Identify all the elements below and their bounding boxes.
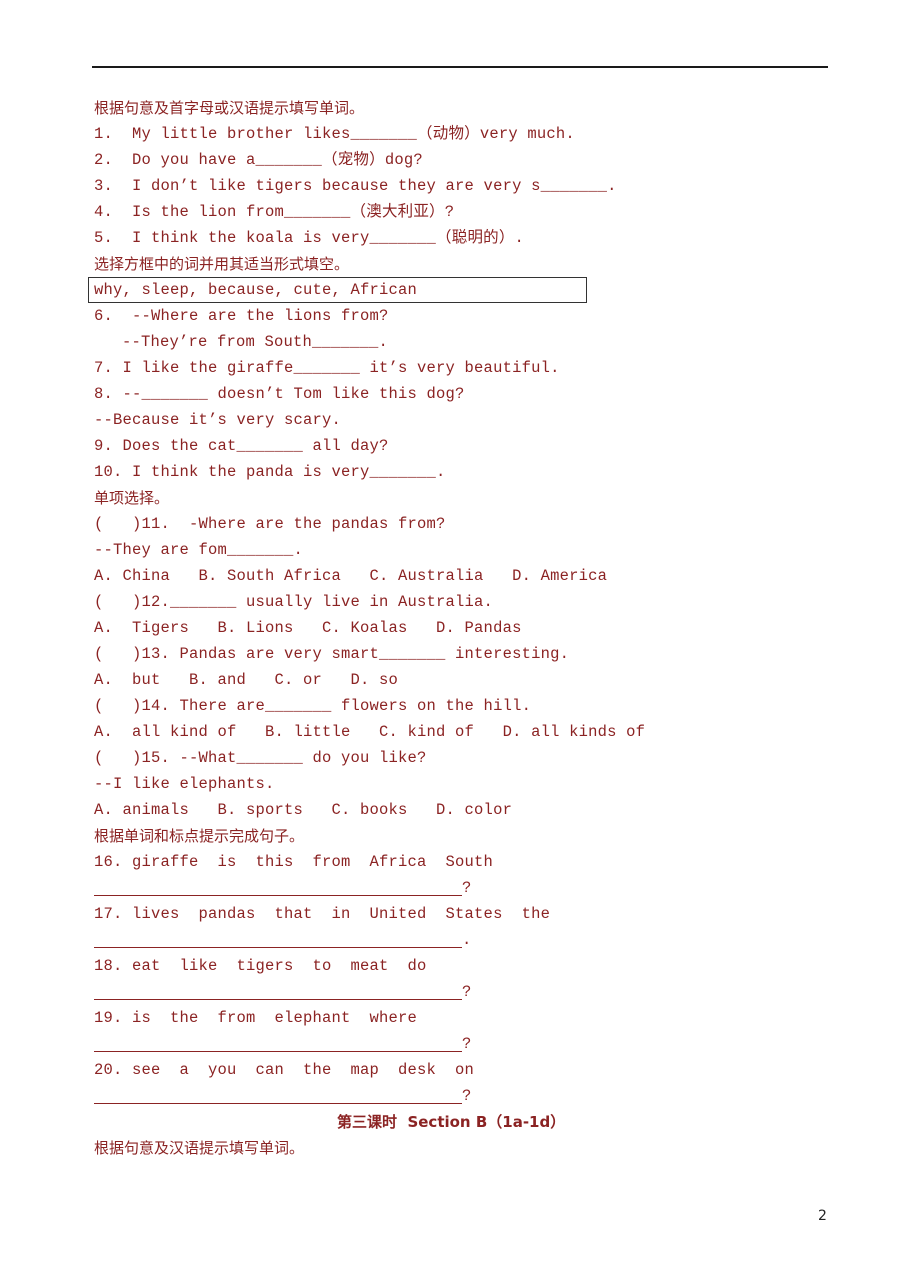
section-heading-3: 单项选择。 bbox=[94, 489, 170, 507]
answer-line-20[interactable]: ? bbox=[94, 1083, 834, 1109]
question-19: 19. is the from elephant where bbox=[94, 1009, 418, 1027]
section-heading-4: 根据单词和标点提示完成句子。 bbox=[94, 827, 305, 845]
question-12: ( )12._______ usually live in Australia. bbox=[94, 593, 494, 611]
answer-rule bbox=[94, 1103, 462, 1104]
question-13: ( )13. Pandas are very smart_______ inte… bbox=[94, 645, 570, 663]
question-20: 20. see a you can the map desk on bbox=[94, 1061, 475, 1079]
question-2: 2. Do you have a_______（宠物）dog? bbox=[94, 151, 423, 169]
answer-rule bbox=[94, 947, 462, 948]
worksheet: 根据句意及首字母或汉语提示填写单词。 1. My little brother … bbox=[88, 95, 834, 1161]
question-5: 5. I think the koala is very_______（聪明的）… bbox=[94, 229, 525, 247]
answer-line-19[interactable]: ? bbox=[94, 1031, 834, 1057]
end-punctuation: ? bbox=[462, 1087, 472, 1105]
question-12-options: A. Tigers B. Lions C. Koalas D. Pandas bbox=[94, 619, 522, 637]
page-number: 2 bbox=[818, 1208, 827, 1224]
question-7: 7. I like the giraffe_______ it’s very b… bbox=[94, 359, 560, 377]
answer-rule bbox=[94, 1051, 462, 1052]
question-3: 3. I don’t like tigers because they are … bbox=[94, 177, 617, 195]
question-17: 17. lives pandas that in United States t… bbox=[94, 905, 551, 923]
question-8-answer: --Because it’s very scary. bbox=[94, 411, 342, 429]
question-15-options: A. animals B. sports C. books D. color bbox=[94, 801, 513, 819]
end-punctuation: . bbox=[462, 931, 472, 949]
header-rule bbox=[92, 66, 828, 68]
section-heading-2: 选择方框中的词并用其适当形式填空。 bbox=[94, 255, 350, 273]
end-punctuation: ? bbox=[462, 983, 472, 1001]
question-4: 4. Is the lion from_______（澳大利亚）? bbox=[94, 203, 455, 221]
answer-line-17[interactable]: . bbox=[94, 927, 834, 953]
question-15-answer: --I like elephants. bbox=[94, 775, 275, 793]
question-16: 16. giraffe is this from Africa South bbox=[94, 853, 494, 871]
question-6: 6. --Where are the lions from? bbox=[94, 307, 389, 325]
question-15: ( )15. --What_______ do you like? bbox=[94, 749, 427, 767]
question-10: 10. I think the panda is very_______. bbox=[94, 463, 446, 481]
question-1: 1. My little brother likes_______（动物）ver… bbox=[94, 125, 575, 143]
question-11-options: A. China B. South Africa C. Australia D.… bbox=[94, 567, 608, 585]
question-9: 9. Does the cat_______ all day? bbox=[94, 437, 389, 455]
question-14: ( )14. There are_______ flowers on the h… bbox=[94, 697, 532, 715]
answer-rule bbox=[94, 999, 462, 1000]
answer-rule bbox=[94, 895, 462, 896]
end-punctuation: ? bbox=[462, 879, 472, 897]
question-14-options: A. all kind of B. little C. kind of D. a… bbox=[94, 723, 646, 741]
lesson-title: 第三课时 Section B（1a-1d） bbox=[337, 1113, 566, 1131]
section-heading-5: 根据句意及汉语提示填写单词。 bbox=[94, 1139, 305, 1157]
question-8: 8. --_______ doesn’t Tom like this dog? bbox=[94, 385, 465, 403]
section-heading-1: 根据句意及首字母或汉语提示填写单词。 bbox=[94, 99, 365, 117]
question-18: 18. eat like tigers to meat do bbox=[94, 957, 427, 975]
question-13-options: A. but B. and C. or D. so bbox=[94, 671, 399, 689]
answer-line-16[interactable]: ? bbox=[94, 875, 834, 901]
end-punctuation: ? bbox=[462, 1035, 472, 1053]
question-6-answer: --They’re from South_______. bbox=[122, 333, 389, 351]
question-11-answer: --They are fom_______. bbox=[94, 541, 304, 559]
word-box: why, sleep, because, cute, African bbox=[88, 277, 587, 303]
answer-line-18[interactable]: ? bbox=[94, 979, 834, 1005]
question-11: ( )11. -Where are the pandas from? bbox=[94, 515, 446, 533]
